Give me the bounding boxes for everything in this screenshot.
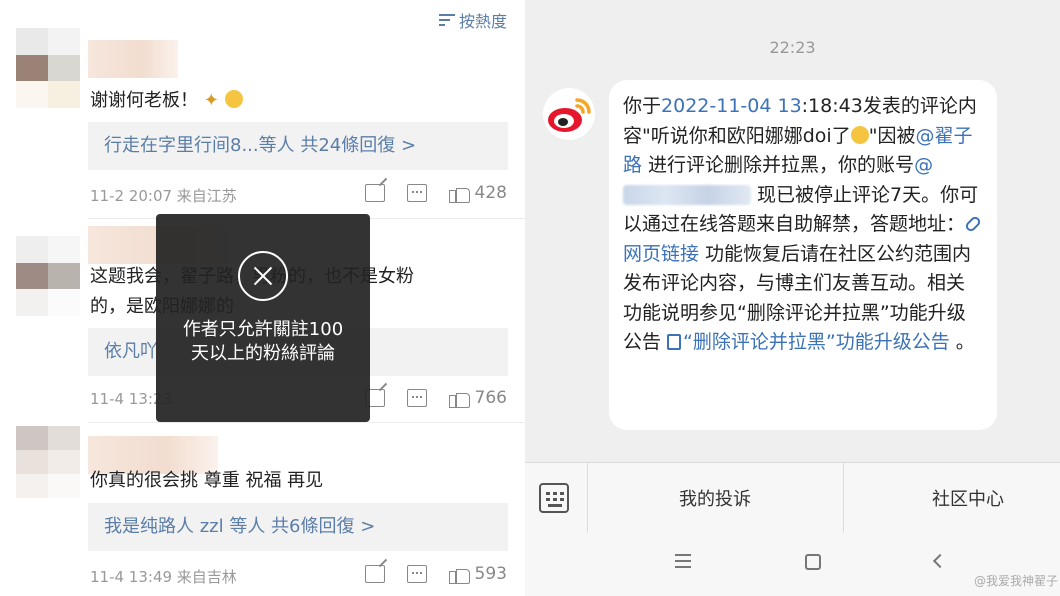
comment-actions: 593 <box>364 564 507 584</box>
like-count: 428 <box>474 183 507 203</box>
dog-emoji-icon <box>850 125 869 144</box>
close-circle-icon <box>238 251 288 301</box>
comment-text: 你真的很会挑 尊重 祝福 再见 <box>90 470 324 491</box>
error-toast: 作者只允許關註100 天以上的粉絲評論 <box>156 214 370 422</box>
comment-text: 谢谢何老板！ ✦ <box>90 86 243 116</box>
smile-emoji-icon <box>224 90 243 108</box>
notice-link[interactable]: “删除评论并拉黑”功能升级公告 <box>667 331 950 353</box>
home-icon[interactable] <box>805 554 821 570</box>
like-button[interactable]: 428 <box>448 183 507 203</box>
link-icon <box>963 214 983 234</box>
watermark: @我爱我神翟子 <box>973 574 1058 588</box>
avatar[interactable] <box>16 426 80 498</box>
replies-link[interactable]: 行走在字里行间8...等人 共24條回復 > <box>88 122 508 170</box>
avatar[interactable] <box>16 28 80 108</box>
divider <box>88 422 525 423</box>
comment-panel: 按熱度 谢谢何老板！ ✦ 行走在字里行间8...等人 共24條回復 > 11-2… <box>0 0 525 596</box>
thumbs-up-icon <box>448 564 470 584</box>
torch-emoji-icon: ✦ <box>203 90 219 111</box>
sort-label: 按熱度 <box>458 12 507 31</box>
sort-by-hot-button[interactable]: 按熱度 <box>438 8 507 32</box>
keyboard-icon[interactable] <box>539 483 569 513</box>
like-button[interactable]: 593 <box>448 564 507 584</box>
date-link[interactable]: 2022-11-04 13 <box>661 95 802 117</box>
community-center-tab[interactable]: 社区中心 <box>843 485 1060 511</box>
thumbs-up-icon <box>448 183 470 203</box>
back-icon[interactable] <box>932 553 948 569</box>
chat-menu-bar: 我的投诉 社区中心 <box>525 462 1060 533</box>
comment-icon[interactable] <box>406 565 427 583</box>
blurred-account-name <box>623 185 751 205</box>
like-button[interactable]: 766 <box>448 388 507 408</box>
comment-icon[interactable] <box>406 389 427 407</box>
replies-link[interactable]: 我是纯路人 zzl 等人 共6條回復 > <box>88 503 508 551</box>
like-count: 593 <box>474 564 507 584</box>
comment-meta: 11-4 13:49 来自吉林 <box>90 568 237 586</box>
comment-actions: 766 <box>364 388 507 408</box>
message-timestamp: 22:23 <box>769 38 816 57</box>
thumbs-up-icon <box>448 388 470 408</box>
menu-icon[interactable] <box>675 554 691 568</box>
sort-icon <box>438 13 455 27</box>
system-message-bubble: 你于2022-11-04 13:18:43发表的评论内容"听说你和欧阳娜娜doi… <box>609 80 997 430</box>
username-blurred[interactable] <box>88 40 178 78</box>
document-icon <box>667 334 682 350</box>
weibo-logo-icon[interactable] <box>541 86 601 142</box>
share-icon[interactable] <box>364 565 385 583</box>
message-panel: 22:23 你于2022-11-04 13:18:43发表的评论内容"听说你和欧… <box>525 0 1060 596</box>
toast-message: 作者只允許關註100 天以上的粉絲評論 <box>182 319 344 364</box>
avatar[interactable] <box>16 236 80 316</box>
comment-meta: 11-2 20:07 来自江苏 <box>90 187 237 205</box>
like-count: 766 <box>474 388 507 408</box>
my-complaints-tab[interactable]: 我的投诉 <box>587 485 843 511</box>
comment-icon[interactable] <box>406 184 427 202</box>
share-icon[interactable] <box>364 184 385 202</box>
comment-actions: 428 <box>364 183 507 203</box>
